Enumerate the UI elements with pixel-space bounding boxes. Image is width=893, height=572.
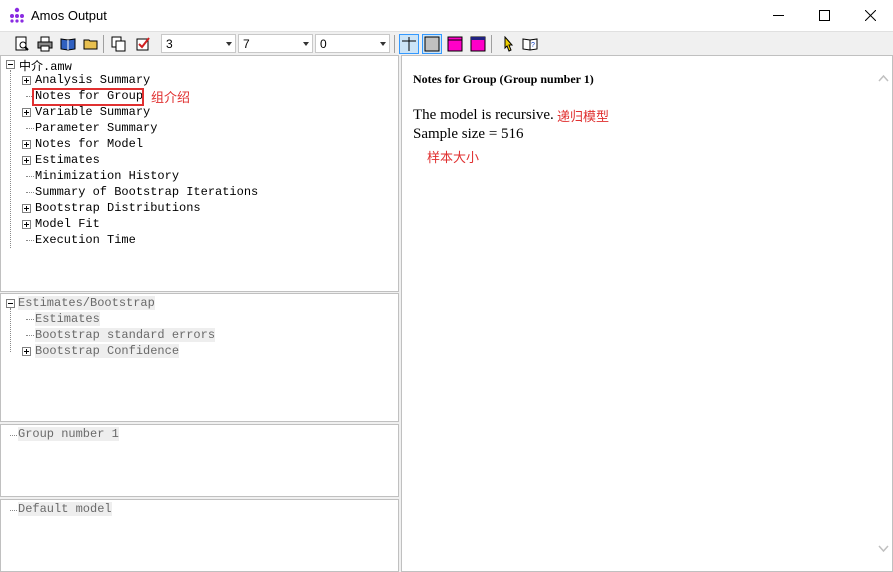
expand-icon[interactable] bbox=[22, 156, 31, 165]
tree-item-model-fit[interactable]: Model Fit bbox=[35, 217, 100, 231]
vertical-scrollbar[interactable] bbox=[875, 56, 892, 571]
tree-connector bbox=[26, 240, 34, 242]
model-panel: Default model bbox=[0, 499, 399, 572]
annotation-recursive: 递归模型 bbox=[557, 109, 610, 124]
maximize-button[interactable] bbox=[801, 0, 847, 31]
group-number-1-item[interactable]: Group number 1 bbox=[18, 427, 119, 441]
print-preview-button[interactable] bbox=[12, 34, 32, 54]
scroll-up-icon[interactable] bbox=[875, 70, 892, 87]
tree-root[interactable]: 中介.amw bbox=[19, 57, 72, 74]
amos-app-icon bbox=[10, 7, 24, 23]
frame-icon bbox=[424, 36, 440, 52]
max-columns-combo[interactable]: 0 bbox=[315, 34, 390, 53]
expand-icon[interactable] bbox=[22, 140, 31, 149]
tree-item-bootstrap-iterations[interactable]: Summary of Bootstrap Iterations bbox=[35, 185, 258, 199]
expand-icon[interactable] bbox=[22, 220, 31, 229]
expand-icon[interactable] bbox=[22, 347, 31, 356]
table-frame-button[interactable] bbox=[422, 34, 442, 54]
scroll-down-icon[interactable] bbox=[875, 540, 892, 557]
tree-connector bbox=[10, 70, 12, 248]
decimals-combo-value: 3 bbox=[166, 37, 173, 51]
toolbar-separator bbox=[103, 35, 104, 53]
title-bar: Amos Output bbox=[0, 0, 893, 32]
estimates-bootstrap-root[interactable]: Estimates/Bootstrap bbox=[18, 296, 155, 310]
minimize-button[interactable] bbox=[755, 0, 801, 31]
print-preview-icon bbox=[15, 36, 29, 51]
max-columns-combo-value: 0 bbox=[320, 37, 327, 51]
tree-connector bbox=[26, 192, 34, 194]
column-width-combo-value: 7 bbox=[243, 37, 250, 51]
options-button[interactable] bbox=[133, 34, 153, 54]
tree-connector bbox=[10, 308, 12, 352]
expand-icon[interactable] bbox=[22, 76, 31, 85]
tree-connector bbox=[26, 335, 34, 337]
help-pointer-button[interactable] bbox=[497, 34, 517, 54]
tree-item-minimization-history[interactable]: Minimization History bbox=[35, 169, 179, 183]
help-book-button[interactable]: ? bbox=[520, 34, 540, 54]
highlight-box bbox=[32, 88, 144, 106]
copy-icon bbox=[111, 36, 126, 52]
copy-button[interactable] bbox=[109, 34, 129, 54]
tree-item-estimates[interactable]: Estimates bbox=[35, 153, 100, 167]
default-model-item[interactable]: Default model bbox=[18, 502, 112, 516]
output-sample-size-line: Sample size = 516 bbox=[413, 126, 524, 142]
collapse-icon[interactable] bbox=[6, 60, 15, 69]
open-folder-button[interactable] bbox=[81, 34, 101, 54]
open-book-button[interactable] bbox=[58, 34, 78, 54]
toolbar: 3 7 0 ? bbox=[0, 32, 893, 55]
tree-connector bbox=[26, 319, 34, 321]
folder-icon bbox=[83, 39, 98, 50]
help-book-icon: ? bbox=[522, 38, 538, 51]
output-tree-panel: 中介.amw Analysis Summary Notes for Group … bbox=[0, 55, 399, 292]
close-button[interactable] bbox=[847, 0, 893, 31]
chevron-down-icon bbox=[303, 42, 309, 46]
checkbox-icon bbox=[136, 37, 150, 51]
grid-lines-icon bbox=[402, 37, 416, 51]
output-view-panel: Notes for Group (Group number 1) The mod… bbox=[401, 55, 893, 572]
print-button[interactable] bbox=[35, 34, 55, 54]
tree-item-variable-summary[interactable]: Variable Summary bbox=[35, 105, 150, 119]
color-table-icon bbox=[447, 36, 463, 52]
maximize-icon bbox=[818, 10, 830, 21]
tree-connector bbox=[26, 176, 34, 178]
window-title: Amos Output bbox=[31, 8, 107, 23]
column-width-combo[interactable]: 7 bbox=[238, 34, 313, 53]
decimals-combo[interactable]: 3 bbox=[161, 34, 236, 53]
output-recursive-line: The model is recursive. bbox=[413, 107, 554, 123]
minimize-icon bbox=[772, 15, 784, 16]
tree-connector bbox=[10, 510, 17, 512]
expand-icon[interactable] bbox=[22, 204, 31, 213]
annotation-sample-size: 样本大小 bbox=[427, 150, 480, 165]
group-panel: Group number 1 bbox=[0, 424, 399, 497]
tree-connector bbox=[10, 435, 17, 437]
tree-item-parameter-summary[interactable]: Parameter Summary bbox=[35, 121, 157, 135]
book-icon bbox=[60, 38, 76, 51]
chevron-down-icon bbox=[380, 42, 386, 46]
output-heading: Notes for Group (Group number 1) bbox=[413, 72, 594, 86]
estimates-item[interactable]: Estimates bbox=[35, 312, 100, 326]
printer-icon bbox=[37, 36, 53, 52]
table-color-button-1[interactable] bbox=[445, 34, 465, 54]
tree-item-bootstrap-distributions[interactable]: Bootstrap Distributions bbox=[35, 201, 201, 215]
color-table-icon bbox=[470, 36, 486, 52]
help-pointer-icon bbox=[504, 36, 514, 52]
estimates-bootstrap-panel: Estimates/Bootstrap Estimates Bootstrap … bbox=[0, 293, 399, 422]
close-icon bbox=[864, 10, 876, 21]
tree-item-notes-for-model[interactable]: Notes for Model bbox=[35, 137, 143, 151]
annotation-group-intro: 组介绍 bbox=[151, 90, 191, 105]
toolbar-separator bbox=[491, 35, 492, 53]
tree-item-execution-time[interactable]: Execution Time bbox=[35, 233, 136, 247]
table-lines-button[interactable] bbox=[399, 34, 419, 54]
table-color-button-2[interactable] bbox=[468, 34, 488, 54]
toolbar-separator bbox=[394, 35, 395, 53]
tree-item-analysis-summary[interactable]: Analysis Summary bbox=[35, 73, 150, 87]
expand-icon[interactable] bbox=[22, 108, 31, 117]
tree-connector bbox=[26, 128, 34, 130]
svg-text:?: ? bbox=[531, 42, 535, 49]
bootstrap-confidence-item[interactable]: Bootstrap Confidence bbox=[35, 344, 180, 358]
collapse-icon[interactable] bbox=[6, 299, 15, 308]
bootstrap-standard-errors-item[interactable]: Bootstrap standard errors bbox=[35, 328, 216, 342]
chevron-down-icon bbox=[226, 42, 232, 46]
